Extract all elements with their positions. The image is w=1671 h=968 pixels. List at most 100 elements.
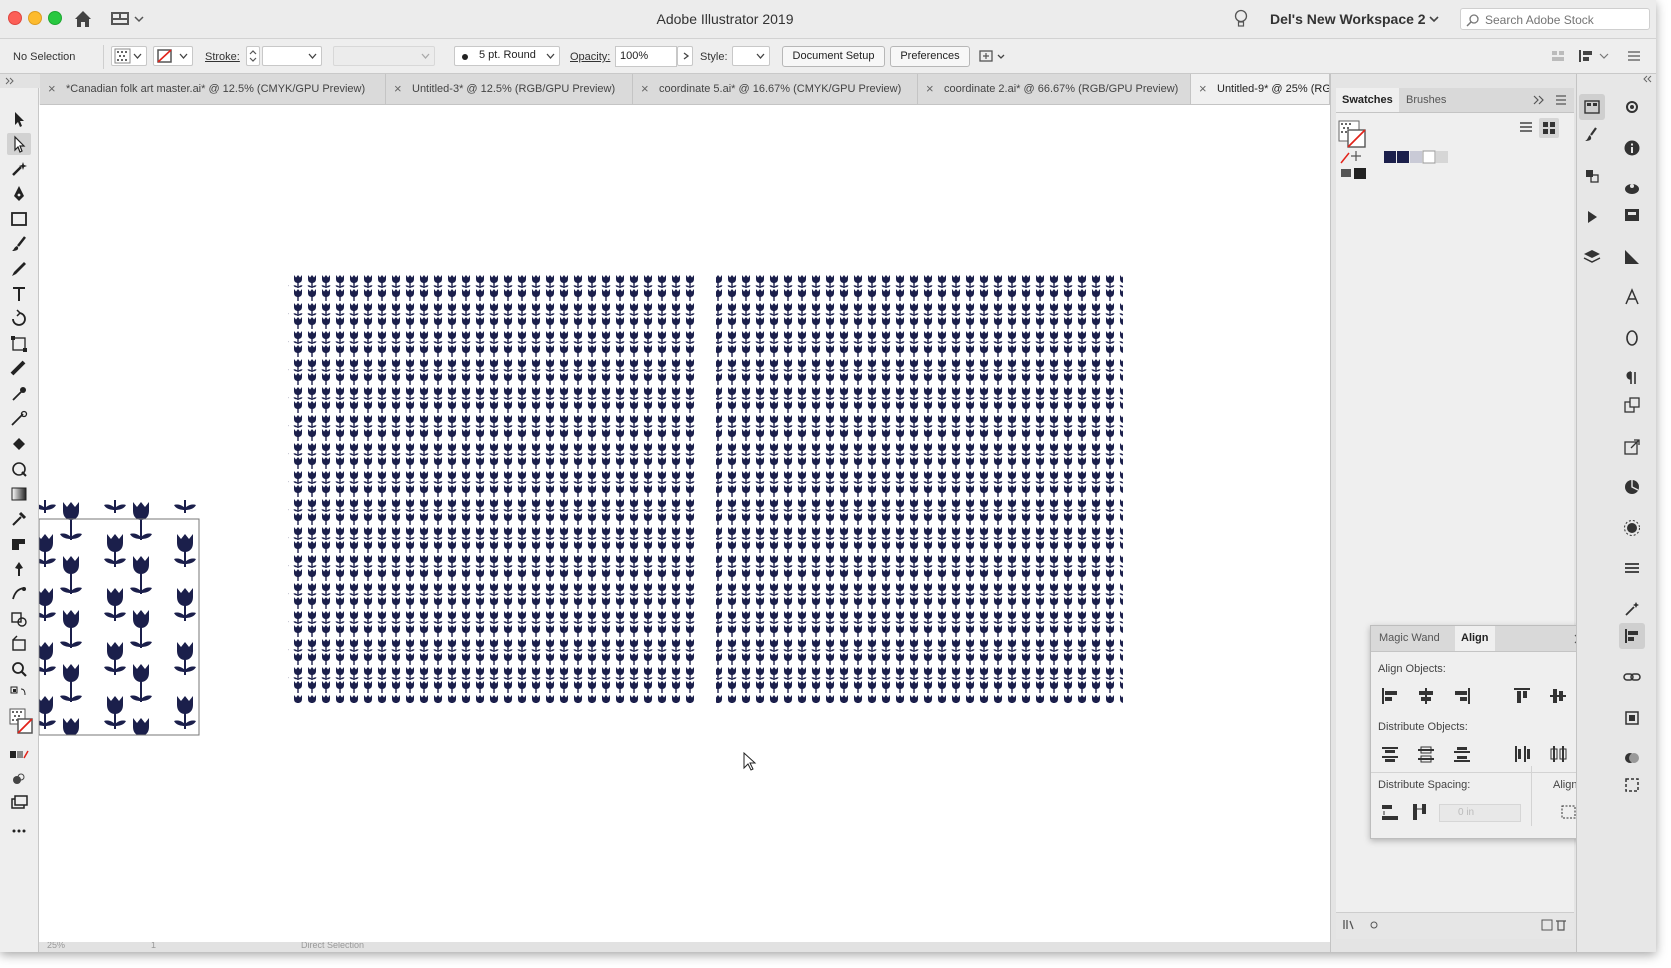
edit-toolbar-icon[interactable] [7,820,31,842]
vertical-distribute-top-icon[interactable] [1379,743,1401,765]
pattern-artboard-right[interactable] [716,273,1123,703]
live-paint-bucket-icon[interactable] [7,433,31,455]
document-setup-button[interactable]: Document Setup [782,46,885,67]
horizontal-align-left-icon[interactable] [1379,685,1401,707]
selection-tool-icon[interactable] [7,108,31,130]
search-input[interactable] [1483,10,1647,30]
opacity-field[interactable]: 100% [615,46,677,67]
vertical-distribute-center-icon[interactable] [1415,743,1437,765]
document-tab[interactable]: × Untitled-3* @ 12.5% (RGB/GPU Preview) [386,74,633,104]
horizontal-distribute-center-icon[interactable] [1547,743,1569,765]
lightbulb-icon[interactable] [1232,9,1250,29]
export-panel-icon[interactable] [1619,434,1645,460]
align-icon[interactable] [1550,48,1566,64]
eyedropper-tool-icon[interactable] [7,383,31,405]
symbols-panel-icon[interactable] [1579,163,1605,189]
artboard-navigator[interactable]: 1 [151,942,156,950]
horizontal-align-right-icon[interactable] [1451,685,1473,707]
shape-builder-tool-icon[interactable] [7,408,31,430]
stroke-label[interactable]: Stroke: [205,47,240,67]
list-view-icon[interactable] [1516,118,1536,138]
gradient-panel-icon[interactable] [1619,244,1645,270]
brush-definition-dropdown[interactable]: 5 pt. Round [454,46,560,66]
swatches-panel-icon[interactable] [1579,94,1605,120]
opentype-panel-icon[interactable] [1619,325,1645,351]
layers-panel-icon[interactable] [1579,244,1605,270]
symbol-sprayer-icon[interactable] [7,558,31,580]
draw-mode-icon[interactable] [7,768,31,790]
workspace-switcher[interactable]: Del's New Workspace 2 [1270,8,1440,30]
artboard-tool-icon[interactable] [7,583,31,605]
screen-mode-icon[interactable] [7,792,31,814]
brushes-panel-icon[interactable] [1579,122,1605,148]
type-tool-icon[interactable] [7,283,31,305]
tab-swatches[interactable]: Swatches [1336,88,1399,112]
vertical-align-top-icon[interactable] [1511,685,1533,707]
horizontal-align-center-icon[interactable] [1415,685,1437,707]
close-tab-icon[interactable]: × [48,74,56,104]
vertical-distribute-bottom-icon[interactable] [1451,743,1473,765]
distribute-spacing-field[interactable]: 0 in [1439,804,1521,822]
info-panel-icon[interactable] [1619,135,1645,161]
grid-view-icon[interactable] [1539,118,1559,138]
graphic-style-dropdown[interactable] [732,46,770,66]
properties-panel-icon[interactable] [1619,94,1645,120]
libraries-panel-icon[interactable] [1619,175,1645,201]
close-tab-icon[interactable]: × [394,74,402,104]
stroke-swatch-dropdown[interactable] [153,46,193,66]
vertical-align-center-icon[interactable] [1547,685,1569,707]
transform-icon[interactable] [1576,47,1616,65]
width-tool-icon[interactable] [7,358,31,380]
collapse-panel-icon[interactable] [1532,94,1546,109]
transform-panel-icon[interactable] [1619,392,1645,418]
color-guide-panel-icon[interactable] [1619,474,1645,500]
close-tab-icon[interactable]: × [641,74,649,104]
magic-wand-tool-icon[interactable] [7,158,31,180]
toolbar-collapse-strip[interactable] [0,74,40,88]
tab-brushes[interactable]: Brushes [1400,88,1452,112]
vertical-distribute-space-icon[interactable] [1379,801,1401,823]
collapse-dock-icon[interactable] [1599,74,1656,84]
artboards-panel-icon[interactable] [1619,705,1645,731]
opacity-flyout-button[interactable] [677,46,693,66]
mesh-tool-icon[interactable] [7,508,31,530]
color-mode-icon[interactable] [7,744,31,766]
stroke-stepper[interactable] [246,46,260,66]
paintbrush-tool-icon[interactable] [7,233,31,255]
document-tab[interactable]: × coordinate 5.ai* @ 16.67% (CMYK/GPU Pr… [633,74,918,104]
asset-export-panel-icon[interactable] [1619,202,1645,228]
artboard-canvas[interactable] [38,105,1330,942]
horizontal-distribute-left-icon[interactable] [1511,743,1533,765]
blend-tool-icon[interactable] [7,608,31,630]
perspective-grid-icon[interactable] [7,458,31,480]
direct-selection-tool-icon[interactable] [7,133,31,155]
fill-swatch-dropdown[interactable] [111,46,147,66]
align-panel-icon[interactable] [1619,623,1645,649]
document-tab[interactable]: × coordinate 2.ai* @ 66.67% (RGB/GPU Pre… [918,74,1191,104]
links-panel-icon[interactable] [1619,664,1645,690]
pen-tool-icon[interactable] [7,183,31,205]
close-tab-icon[interactable]: × [926,74,934,104]
character-panel-icon[interactable] [1619,284,1645,310]
horizontal-distribute-space-icon[interactable] [1409,801,1431,823]
pencil-tool-icon[interactable] [7,258,31,280]
graph-tool-icon[interactable] [7,533,31,555]
opacity-label[interactable]: Opacity: [570,47,610,67]
free-transform-tool-icon[interactable] [7,333,31,355]
pattern-artboard-left[interactable] [288,273,695,703]
transparency-panel-icon[interactable] [1619,745,1645,771]
document-tab[interactable]: × *Canadian folk art master.ai* @ 12.5% … [40,74,386,104]
magic-wand-panel-icon[interactable] [1619,596,1645,622]
close-tab-icon[interactable]: × [1199,74,1207,104]
preferences-button[interactable]: Preferences [890,46,970,67]
panel-menu-icon[interactable] [1625,48,1643,64]
search-adobe-stock[interactable] [1460,8,1650,30]
rotate-tool-icon[interactable] [7,308,31,330]
gradient-tool-icon[interactable] [7,483,31,505]
pathfinder-panel-icon[interactable] [1619,772,1645,798]
tab-align[interactable]: Align [1455,626,1495,651]
pattern-swatch-preview[interactable] [39,500,199,735]
paragraph-panel-icon[interactable] [1619,365,1645,391]
fill-stroke-indicator[interactable] [7,706,33,740]
stroke-weight-field[interactable] [262,46,322,66]
